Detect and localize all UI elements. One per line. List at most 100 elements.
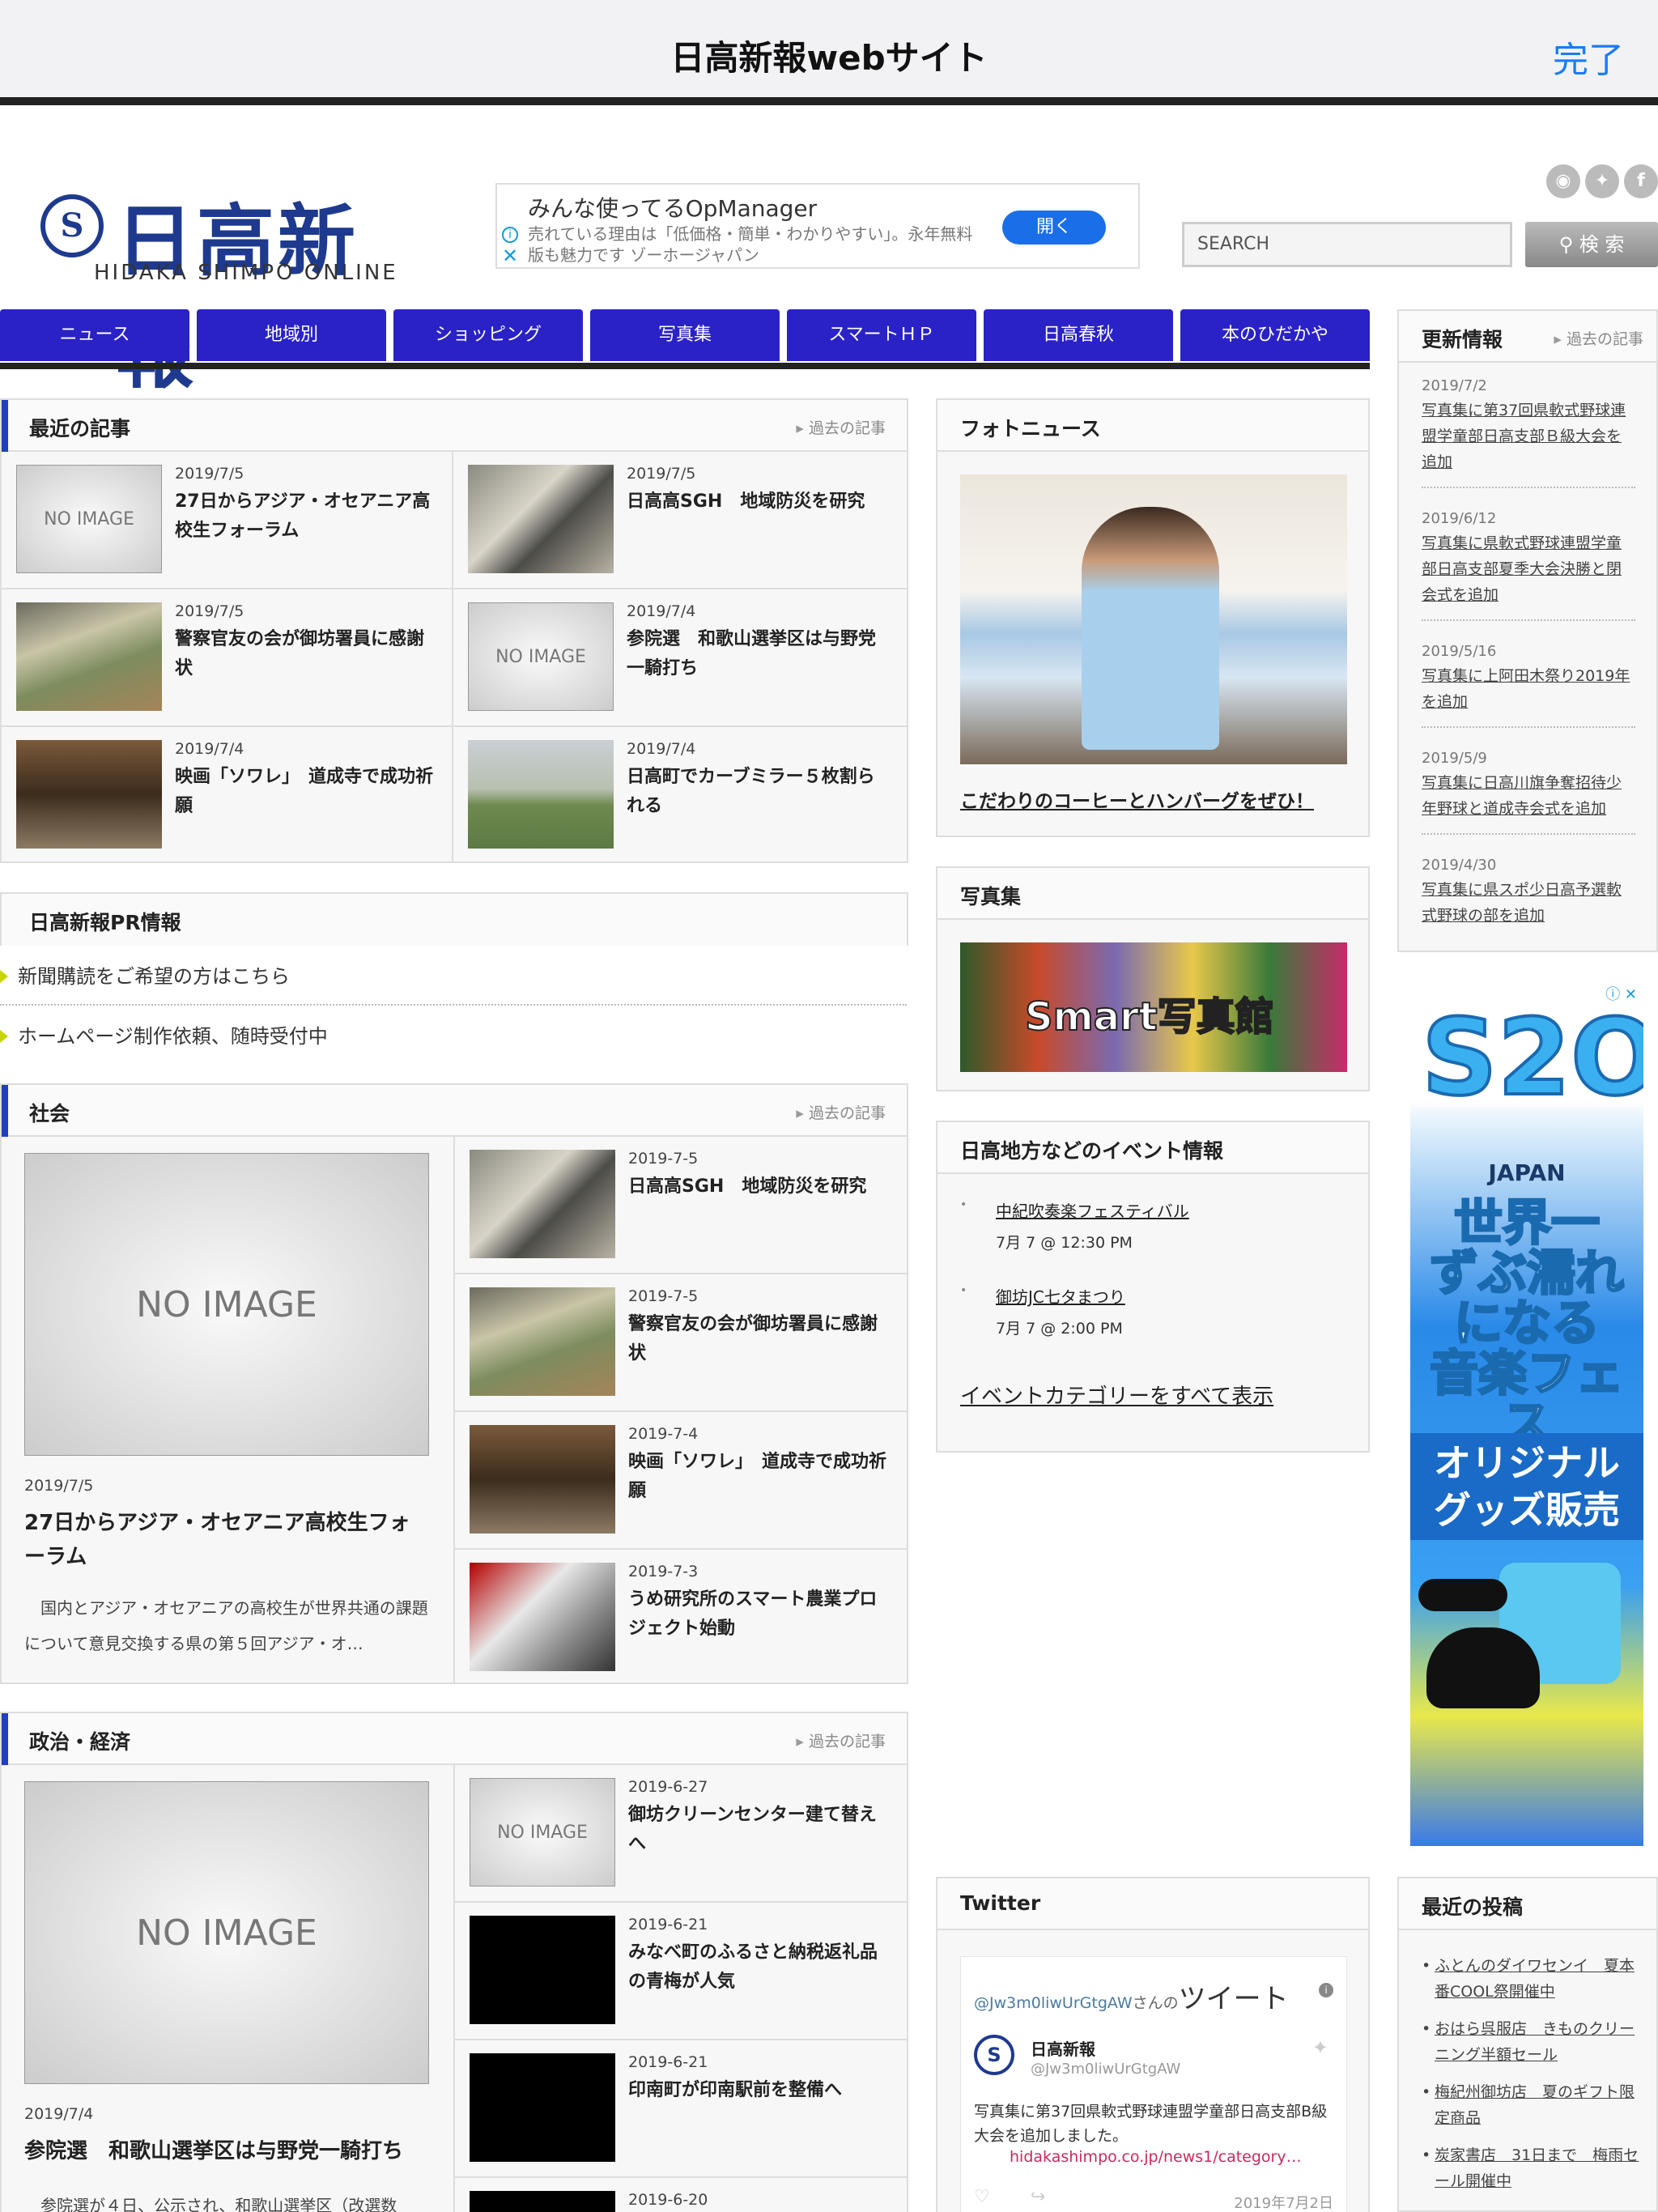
nav-bookstore[interactable]: 本のひだかや <box>1180 309 1370 361</box>
recent-post-link[interactable]: 炭家書店 31日まで 梅雨セール開催中 <box>1422 2142 1640 2194</box>
nav-photos[interactable]: 写真集 <box>590 309 780 361</box>
article-card[interactable]: NO IMAGE 2019-6-27 御坊クリーンセンター建て替えへ <box>455 1765 908 1903</box>
logo-mark: S <box>40 194 104 257</box>
nav-smart-hp[interactable]: スマートＨＰ <box>787 309 976 361</box>
smart-photo-banner[interactable]: Smart写真館 <box>960 942 1347 1072</box>
article-card[interactable]: 2019/7/5 警察官友の会が御坊署員に感謝状 <box>2 589 453 727</box>
recent-post-link[interactable]: 梅紀州御坊店 夏のギフト限定商品 <box>1422 2079 1640 2131</box>
article-card[interactable]: 2019-7-5 日高高SGH 地域防災を研究 <box>455 1137 908 1274</box>
all-events-link[interactable]: イベントカテゴリーをすべて表示 <box>960 1380 1273 1410</box>
nav-shopping[interactable]: ショッピング <box>393 309 583 361</box>
info-icon[interactable]: i <box>1319 1983 1333 1997</box>
update-link[interactable]: 写真集に日高川旗争奪招待少年野球と道成寺会式を追加 <box>1422 770 1635 822</box>
article-title: 日高高SGH 地域防災を研究 <box>627 491 865 512</box>
feature-excerpt: 参院選が４日、公示され、和歌山選挙区（改選数 <box>40 2196 397 2212</box>
events-panel: 日高地方などのイベント情報 • 中紀吹奏楽フェスティバル 7月 7 @ 12:3… <box>936 1121 1370 1453</box>
facebook-icon[interactable]: f <box>1624 164 1658 198</box>
past-articles-link[interactable]: 過去の記事 <box>796 1101 886 1123</box>
webview-title: 日高新報webサイト <box>670 38 988 78</box>
article-thumbnail <box>468 465 614 573</box>
update-entry[interactable]: 2019/4/30 写真集に県スポ少日高予選軟式野球の部を追加 <box>1422 845 1635 940</box>
feature-article[interactable]: NO IMAGE 2019/7/5 27日からアジア・オセアニア高校生フォーラム… <box>2 1137 455 1684</box>
article-card[interactable]: 2019-7-5 警察官友の会が御坊署員に感謝状 <box>455 1274 908 1412</box>
article-card[interactable]: 2019-6-20 <box>455 2178 908 2212</box>
article-date: 2019-7-3 <box>628 1563 699 1580</box>
top-ad-banner[interactable]: みんな使ってるOpManager 売れている理由は「低価格・簡単・わかりやすい」… <box>495 183 1140 269</box>
search-button[interactable]: ⚲ 検 索 <box>1525 222 1658 267</box>
nav-region[interactable]: 地域別 <box>197 309 386 361</box>
pr-subscribe-link[interactable]: 新聞購読をご希望の方はこちら <box>0 947 907 1006</box>
side-ad-sub: JAPAN <box>1488 1159 1566 1186</box>
done-button[interactable]: 完了 <box>1553 31 1624 83</box>
side-ad-line5: オリジナル <box>1434 1441 1620 1485</box>
feature-article[interactable]: NO IMAGE 2019/7/4 参院選 和歌山選挙区は与野党一騎打ち 参院選… <box>2 1765 455 2212</box>
update-link[interactable]: 写真集に上阿田木祭り2019年を追加 <box>1422 663 1635 715</box>
update-entry[interactable]: 2019/6/12 写真集に県軟式野球連盟学童部日高支部夏季大会決勝と閉会式を追… <box>1422 499 1635 621</box>
rss-icon[interactable]: ◉ <box>1546 164 1580 198</box>
photo-album-panel: 写真集 Smart写真館 <box>936 866 1370 1091</box>
article-date: 2019-6-27 <box>628 1778 708 1796</box>
twitter-icon[interactable]: ✦ <box>1585 164 1619 198</box>
article-card[interactable]: 2019-6-21 みなべ町のふるさと納税返礼品の青梅が人気 <box>455 1903 908 2040</box>
ad-info-icon[interactable]: i <box>502 227 518 243</box>
tweet-link[interactable]: hidakashimpo.co.jp/news1/category… <box>1010 2148 1302 2166</box>
event-link[interactable]: 中紀吹奏楽フェスティバル <box>996 1198 1189 1222</box>
photo-news-caption[interactable]: こだわりのコーヒーとハンバーグをぜひ！ <box>960 785 1314 813</box>
nav-news[interactable]: ニュース <box>0 309 189 361</box>
twitter-panel: Twitter @Jw3m0liwUrGtgAWさんのツイート i S 日高新報… <box>936 1877 1370 2212</box>
article-thumbnail <box>16 602 162 711</box>
banner-smart: Smart <box>1024 993 1158 1040</box>
ad-open-button[interactable]: 開く <box>1002 211 1106 245</box>
update-link[interactable]: 写真集に県軟式野球連盟学童部日高支部夏季大会決勝と閉会式を追加 <box>1422 530 1635 608</box>
update-date: 2019/4/30 <box>1422 857 1497 874</box>
article-card[interactable]: 2019/7/4 日高町でカーブミラー５枚割られる <box>453 727 908 863</box>
article-card[interactable]: NO IMAGE 2019/7/4 参院選 和歌山選挙区は与野党一騎打ち <box>453 589 908 727</box>
update-entry[interactable]: 2019/5/16 写真集に上阿田木祭り2019年を追加 <box>1422 632 1635 728</box>
side-ad-line2: ずぶ濡れ <box>1429 1245 1626 1302</box>
recent-post-link[interactable]: ふとんのダイワセンイ 夏本番COOL祭開催中 <box>1422 1953 1640 2005</box>
article-title: 参院選 和歌山選挙区は与野党一騎打ち <box>627 629 877 678</box>
site-logo[interactable]: S 日高新報 HIDAKA SHIMPO ONLINE <box>23 170 403 399</box>
update-entry[interactable]: 2019/7/2 写真集に第37回県軟式野球連盟学童部日高支部Ｂ級大会を追加 <box>1422 366 1635 488</box>
search-input[interactable]: SEARCH <box>1182 222 1512 267</box>
article-thumbnail <box>470 1150 615 1258</box>
panel-header: 日高新報PR情報 <box>2 894 907 946</box>
politics-panel: 政治・経済 過去の記事 NO IMAGE 2019/7/4 参院選 和歌山選挙区… <box>0 1712 908 2212</box>
account-handle[interactable]: @Jw3m0liwUrGtgAW <box>1031 2061 1180 2078</box>
tweet-date: 2019年7月2日 <box>1234 2195 1333 2212</box>
panel-header: 最近の記事 過去の記事 <box>2 400 907 452</box>
article-thumbnail <box>470 1425 615 1534</box>
feature-title: 27日からアジア・オセアニア高校生フォーラム <box>24 1511 410 1569</box>
side-ad-banner[interactable]: ⓘ ✕ S2O JAPAN 世界一 ずぶ濡れ になる 音楽フェス オリジナル グ… <box>1410 980 1643 1846</box>
past-articles-link[interactable]: 過去の記事 <box>796 416 886 438</box>
panel-header: 政治・経済 過去の記事 <box>2 1713 907 1765</box>
article-card[interactable]: NO IMAGE 2019/7/5 27日からアジア・オセアニア高校生フォーラム <box>2 452 453 589</box>
recent-post-link[interactable]: おはら呉服店 きものクリーニング半額セール <box>1422 2016 1640 2068</box>
ad-close-icon[interactable]: ✕ <box>502 245 518 267</box>
article-card[interactable]: 2019-7-3 うめ研究所のスマート農業プロジェクト始動 <box>455 1550 908 1684</box>
past-articles-link[interactable]: 過去の記事 <box>796 1729 886 1751</box>
panel-title: 最近の記事 <box>29 417 131 440</box>
account-avatar[interactable]: S <box>974 2035 1014 2075</box>
share-icon[interactable]: ↪ <box>1031 2187 1045 2207</box>
article-title: みなべ町のふるさと納税返礼品の青梅が人気 <box>628 1942 878 1992</box>
article-card[interactable]: 2019/7/4 映画「ソワレ」 道成寺で成功祈願 <box>2 727 453 863</box>
update-entry[interactable]: 2019/5/9 写真集に日高川旗争奪招待少年野球と道成寺会式を追加 <box>1422 738 1635 835</box>
panel-header: フォトニュース <box>937 400 1368 452</box>
article-date: 2019/7/4 <box>175 740 244 758</box>
article-card[interactable]: 2019-6-21 印南町が印南駅前を整備へ <box>455 2040 908 2178</box>
photo-news-image[interactable] <box>960 474 1347 764</box>
sunglasses-image <box>1418 1579 1507 1611</box>
article-title: 映画「ソワレ」 道成寺で成功祈願 <box>175 767 434 816</box>
pr-homepage-link[interactable]: ホームページ制作依頼、随時受付中 <box>0 1007 907 1066</box>
update-link[interactable]: 写真集に第37回県軟式野球連盟学童部日高支部Ｂ級大会を追加 <box>1422 398 1635 475</box>
heart-icon[interactable]: ♡ <box>974 2187 990 2207</box>
nav-shunju[interactable]: 日高春秋 <box>984 309 1173 361</box>
update-link[interactable]: 写真集に県スポ少日高予選軟式野球の部を追加 <box>1422 877 1635 929</box>
article-card[interactable]: 2019/7/5 日高高SGH 地域防災を研究 <box>453 452 908 589</box>
past-articles-link[interactable]: 過去の記事 <box>1554 327 1643 349</box>
timeline-handle[interactable]: @Jw3m0liwUrGtgAW <box>974 1994 1133 2012</box>
account-name[interactable]: 日高新報 <box>1031 2036 1095 2060</box>
article-card[interactable]: 2019-7-4 映画「ソワレ」 道成寺で成功祈願 <box>455 1412 908 1550</box>
event-link[interactable]: 御坊JC七タまつり <box>996 1284 1125 1308</box>
